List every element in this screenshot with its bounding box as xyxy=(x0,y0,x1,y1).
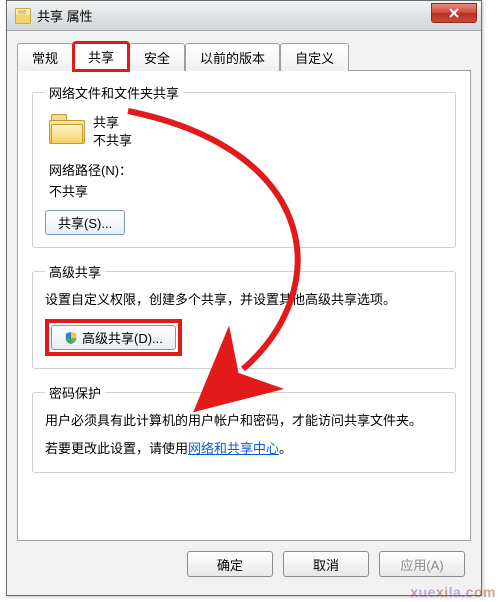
ok-button[interactable]: 确定 xyxy=(187,551,273,577)
group-network-sharing: 网络文件和文件夹共享 共享 不共享 网络路径(N)： 不共享 共享(S)... xyxy=(32,83,456,248)
apply-button[interactable]: 应用(A) xyxy=(379,551,465,577)
tab-strip: 常规 共享 安全 以前的版本 自定义 xyxy=(17,41,471,70)
watermark: xuexila.com xyxy=(410,584,496,600)
password-line2-suffix: 。 xyxy=(279,441,292,456)
group-password-protection: 密码保护 用户必须具有此计算机的用户帐户和密码，才能访问共享文件夹。 若要更改此… xyxy=(32,383,456,473)
share-button[interactable]: 共享(S)... xyxy=(45,210,125,235)
properties-dialog: 共享 属性 常规 共享 安全 以前的版本 自定义 xyxy=(6,0,482,596)
tab-customize[interactable]: 自定义 xyxy=(280,43,349,71)
advanced-share-highlight: 高级共享(D)... xyxy=(45,319,182,356)
group-advanced-legend: 高级共享 xyxy=(45,262,105,281)
password-desc-2: 若要更改此设置，请使用网络和共享中心。 xyxy=(45,440,443,458)
folder-info: 共享 不共享 xyxy=(49,114,443,150)
network-path-value: 不共享 xyxy=(49,181,443,200)
share-button-label: 共享(S)... xyxy=(58,213,112,232)
folder-icon xyxy=(49,114,85,144)
tab-sharing[interactable]: 共享 xyxy=(73,42,129,71)
titlebar[interactable]: 共享 属性 xyxy=(7,1,481,31)
client-area: 常规 共享 安全 以前的版本 自定义 网络文件和文件夹共享 xyxy=(7,31,481,595)
advanced-desc: 设置自定义权限，创建多个共享，并设置其他高级共享选项。 xyxy=(45,291,443,309)
shield-icon xyxy=(64,331,78,345)
group-advanced-sharing: 高级共享 设置自定义权限，创建多个共享，并设置其他高级共享选项。 高级共享(D)… xyxy=(32,262,456,369)
dialog-footer: 确定 取消 应用(A) xyxy=(17,541,471,585)
advanced-share-button[interactable]: 高级共享(D)... xyxy=(51,325,176,350)
tab-panel-sharing: 网络文件和文件夹共享 共享 不共享 网络路径(N)： 不共享 共享(S)... xyxy=(17,70,471,541)
tab-general[interactable]: 常规 xyxy=(17,43,73,71)
folder-icon xyxy=(15,8,31,24)
network-sharing-center-link[interactable]: 网络和共享中心 xyxy=(188,441,279,456)
network-path-label: 网络路径(N)： xyxy=(49,160,443,179)
advanced-share-label: 高级共享(D)... xyxy=(82,328,163,347)
folder-name: 共享 xyxy=(93,114,132,132)
tab-security[interactable]: 安全 xyxy=(129,43,185,71)
password-line2-prefix: 若要更改此设置，请使用 xyxy=(45,441,188,456)
cancel-button[interactable]: 取消 xyxy=(283,551,369,577)
folder-text: 共享 不共享 xyxy=(93,114,132,150)
window-title: 共享 属性 xyxy=(37,6,93,25)
group-network-legend: 网络文件和文件夹共享 xyxy=(45,83,183,102)
group-password-legend: 密码保护 xyxy=(45,383,105,402)
share-status: 不共享 xyxy=(93,132,132,150)
tab-previous-versions[interactable]: 以前的版本 xyxy=(185,43,280,71)
password-desc-1: 用户必须具有此计算机的用户帐户和密码，才能访问共享文件夹。 xyxy=(45,412,443,430)
close-icon xyxy=(448,8,460,18)
close-button[interactable] xyxy=(431,3,477,23)
